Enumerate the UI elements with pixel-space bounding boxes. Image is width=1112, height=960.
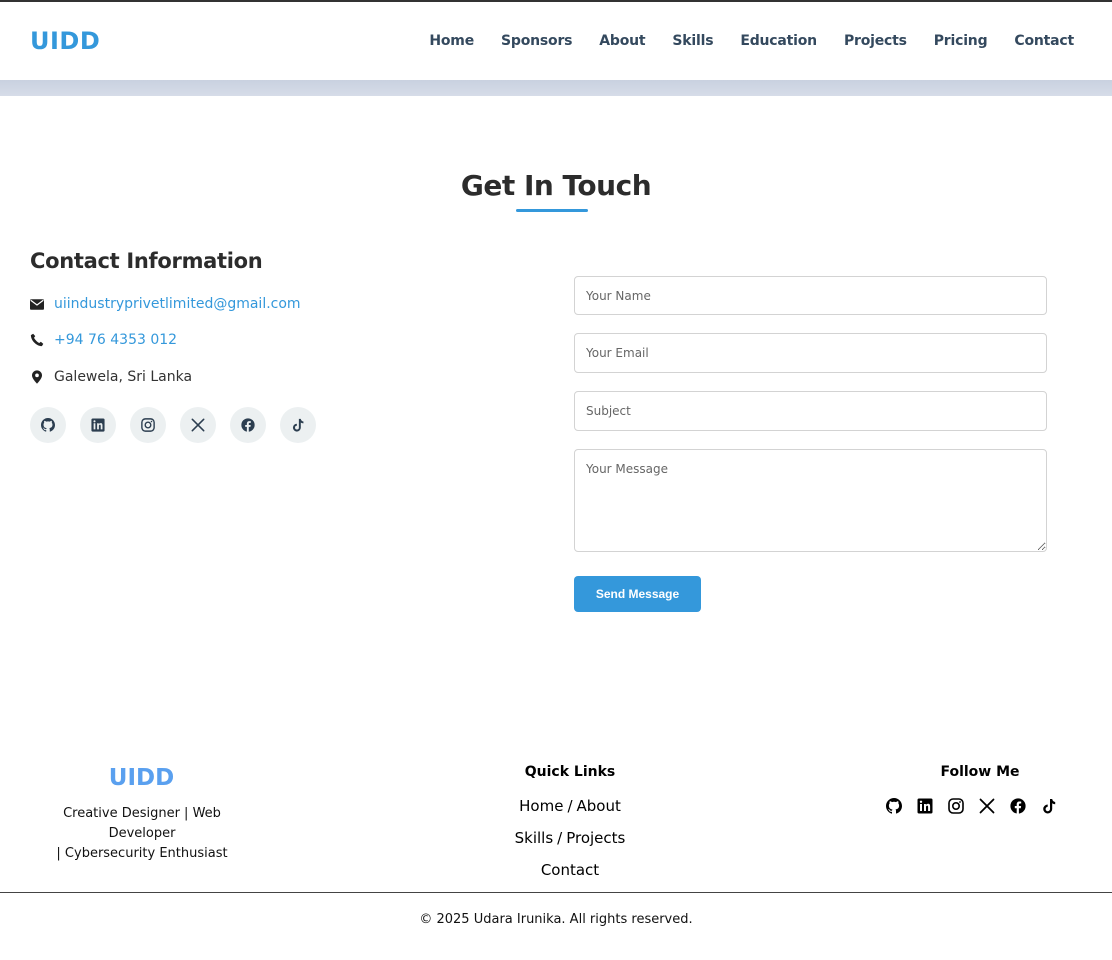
send-message-button[interactable]: Send Message [574,576,701,612]
nav-contact[interactable]: Contact [1014,33,1074,49]
contact-location-text: Galewela, Sri Lanka [54,369,193,385]
quick-links-row-1: Home / About [470,797,670,815]
link-separator: / [567,797,573,815]
nav-pricing[interactable]: Pricing [934,33,988,49]
footer-social-links [886,798,1057,814]
email-input[interactable] [574,333,1047,373]
contact-social-links [30,407,316,443]
nav-home[interactable]: Home [429,33,474,49]
footer-link-skills[interactable]: Skills [515,829,554,847]
message-textarea[interactable] [574,449,1047,552]
envelope-icon [30,297,44,311]
nav-projects[interactable]: Projects [844,33,907,49]
tiktok-icon[interactable] [280,407,316,443]
contact-info-heading: Contact Information [30,249,263,273]
contact-phone-row: +94 76 4353 012 [30,332,177,348]
contact-location-row: Galewela, Sri Lanka [30,369,192,385]
contact-email-link[interactable]: uiindustryprivetlimited@gmail.com [54,296,301,312]
section-title: Get In Touch [460,169,652,202]
linkedin-icon[interactable] [80,407,116,443]
phone-icon [30,333,44,347]
quick-links-row-3: Contact [470,861,670,879]
footer-link-contact[interactable]: Contact [541,861,599,879]
footer-divider [0,892,1112,893]
tiktok-icon[interactable] [1041,798,1057,814]
instagram-icon[interactable] [130,407,166,443]
title-underline [516,209,588,212]
subject-input[interactable] [574,391,1047,431]
copyright-text: © 2025 Udara Irunika. All rights reserve… [419,912,693,927]
contact-email-row: uiindustryprivetlimited@gmail.com [30,296,301,312]
linkedin-icon[interactable] [917,798,933,814]
github-icon[interactable] [886,798,902,814]
footer-tagline: Creative Designer | Web Developer | Cybe… [30,804,254,864]
footer-tagline-line2: | Cybersecurity Enthusiast [56,846,228,861]
name-input[interactable] [574,276,1047,315]
footer-link-about[interactable]: About [577,797,621,815]
contact-phone-link[interactable]: +94 76 4353 012 [54,332,177,348]
nav-about[interactable]: About [599,33,645,49]
x-icon[interactable] [979,798,995,814]
site-logo[interactable]: UIDD [30,27,100,55]
x-icon[interactable] [180,407,216,443]
facebook-icon[interactable] [1010,798,1026,814]
nav-sponsors[interactable]: Sponsors [501,33,572,49]
footer-tagline-line1: Creative Designer | Web Developer [63,806,221,841]
map-marker-icon [30,370,44,384]
footer-link-projects[interactable]: Projects [566,829,625,847]
quick-links-title: Quick Links [524,764,616,780]
header-divider-strip [0,80,1112,96]
main-nav: Home Sponsors About Skills Education Pro… [429,33,1074,49]
github-icon[interactable] [30,407,66,443]
instagram-icon[interactable] [948,798,964,814]
link-separator: / [557,829,563,847]
follow-me-title: Follow Me [940,764,1020,780]
facebook-icon[interactable] [230,407,266,443]
footer-logo: UIDD [108,765,175,791]
quick-links-row-2: Skills / Projects [470,829,670,847]
site-header: UIDD Home Sponsors About Skills Educatio… [0,2,1112,80]
footer-link-home[interactable]: Home [519,797,563,815]
nav-education[interactable]: Education [740,33,817,49]
nav-skills[interactable]: Skills [672,33,713,49]
